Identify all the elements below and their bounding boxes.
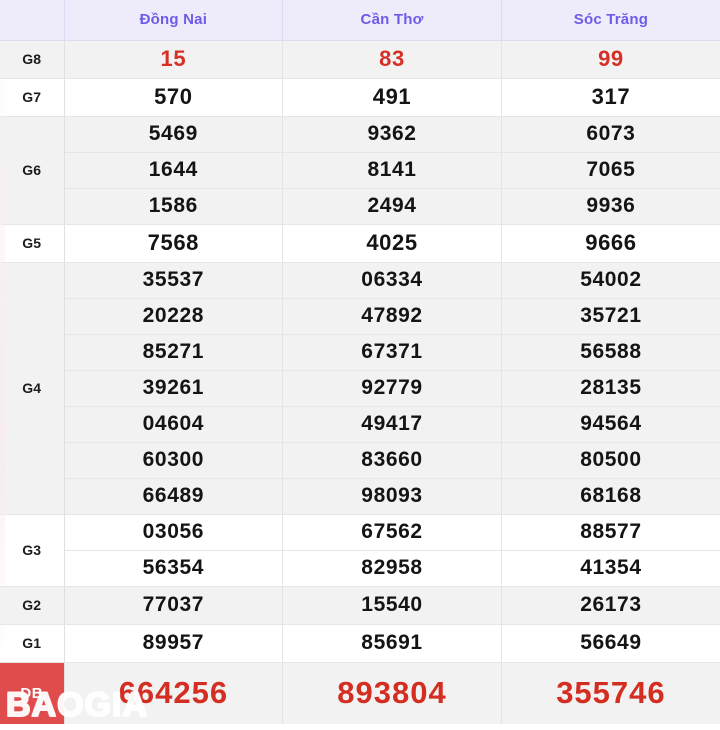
prize-number-cell: 35537 [64,262,284,299]
prize-number-cell: 98093 [282,478,502,515]
prize-number-cell: 49417 [282,406,502,443]
prize-number-cell: 28135 [501,370,720,407]
prize-number-cell: 80500 [501,442,720,479]
prize-label-g4: G4 [0,262,65,515]
table-row: G8 15 83 99 [0,40,720,79]
table-row: 04604 49417 94564 [0,406,720,443]
prize-number-cell: 94564 [501,406,720,443]
prize-number-cell: 355746 [501,662,720,724]
prize-number-cell: 20228 [64,298,284,335]
prize-number-cell: 99 [501,40,720,79]
prize-label-g5: G5 [0,224,65,263]
prize-number-cell: 35721 [501,298,720,335]
prize-number-cell: 03056 [64,514,284,551]
prize-number-cell: 15 [64,40,284,79]
prize-label-g7: G7 [0,78,65,117]
prize-number-cell: 82958 [282,550,502,587]
table-body: G8 15 83 99 G7 570 491 317 G6 5469 9362 6073 1644 814… [0,40,720,724]
prize-number-cell: 41354 [501,550,720,587]
table-header: Đồng Nai Cần Thơ Sóc Trăng [0,0,720,41]
prize-number-cell: 06334 [282,262,502,299]
header-corner-cell [0,0,65,41]
prize-number-cell: 83 [282,40,502,79]
prize-number-cell: 67562 [282,514,502,551]
prize-number-cell: 39261 [64,370,284,407]
lottery-results-table: Đồng Nai Cần Thơ Sóc Trăng G8 15 83 99 G7 570… [0,0,720,724]
table-row: G1 89957 85691 56649 [0,624,720,663]
prize-number-cell: 68168 [501,478,720,515]
prize-number-cell: 9936 [501,188,720,225]
table-row: 60300 83660 80500 [0,442,720,479]
prize-number-cell: 56588 [501,334,720,371]
table-row: 1644 8141 7065 [0,152,720,189]
prize-number-cell: 83660 [282,442,502,479]
column-header-province-3[interactable]: Sóc Trăng [501,0,720,41]
prize-number-cell: 04604 [64,406,284,443]
prize-number-cell: 317 [501,78,720,117]
table-row: 39261 92779 28135 [0,370,720,407]
prize-number-cell: 85271 [64,334,284,371]
prize-label-g3: G3 [0,514,65,587]
prize-number-cell: 2494 [282,188,502,225]
table-row: 20228 47892 35721 [0,298,720,335]
table-row: G5 7568 4025 9666 [0,224,720,263]
prize-number-cell: 570 [64,78,284,117]
prize-number-cell: 1644 [64,152,284,189]
prize-label-g2: G2 [0,586,65,625]
prize-number-cell: 491 [282,78,502,117]
prize-number-cell: 56649 [501,624,720,663]
table-row: G4 35537 06334 54002 [0,262,720,515]
prize-number-cell: 54002 [501,262,720,299]
prize-number-cell: 77037 [64,586,284,625]
prize-label-g8: G8 [0,40,65,79]
prize-number-cell: 1586 [64,188,284,225]
column-header-province-1[interactable]: Đồng Nai [64,0,284,41]
prize-number-cell: 9362 [282,116,502,153]
table-row: G2 77037 15540 26173 [0,586,720,625]
prize-label-g1: G1 [0,624,65,663]
prize-number-cell: 15540 [282,586,502,625]
prize-number-cell: 664256 [64,662,284,724]
table-row: G7 570 491 317 [0,78,720,117]
prize-number-cell: 4025 [282,224,502,263]
lottery-results-panel: Đồng Nai Cần Thơ Sóc Trăng G8 15 83 99 G7 570… [0,0,720,730]
prize-number-cell: 66489 [64,478,284,515]
prize-number-cell: 26173 [501,586,720,625]
prize-number-cell: 89957 [64,624,284,663]
prize-number-cell: 60300 [64,442,284,479]
prize-number-cell: 92779 [282,370,502,407]
prize-number-cell: 47892 [282,298,502,335]
table-row: 1586 2494 9936 [0,188,720,225]
header-row: Đồng Nai Cần Thơ Sóc Trăng [0,0,720,41]
prize-number-cell: 8141 [282,152,502,189]
prize-label-g6: G6 [0,116,65,225]
prize-number-cell: 85691 [282,624,502,663]
prize-number-cell: 88577 [501,514,720,551]
prize-number-cell: 67371 [282,334,502,371]
table-row: G6 5469 9362 6073 [0,116,720,225]
column-header-province-2[interactable]: Cần Thơ [282,0,502,41]
prize-number-cell: 6073 [501,116,720,153]
prize-number-cell: 9666 [501,224,720,263]
table-row: 56354 82958 41354 [0,550,720,587]
prize-label-db: DB [0,662,65,724]
prize-number-cell: 7568 [64,224,284,263]
table-row: 66489 98093 68168 [0,478,720,515]
prize-number-cell: 893804 [282,662,502,724]
prize-number-cell: 7065 [501,152,720,189]
table-row: G3 03056 67562 88577 [0,514,720,587]
table-row: DB 664256 893804 355746 [0,662,720,724]
prize-number-cell: 5469 [64,116,284,153]
prize-number-cell: 56354 [64,550,284,587]
prize-label-text: DB [20,684,44,702]
table-row: 85271 67371 56588 [0,334,720,371]
